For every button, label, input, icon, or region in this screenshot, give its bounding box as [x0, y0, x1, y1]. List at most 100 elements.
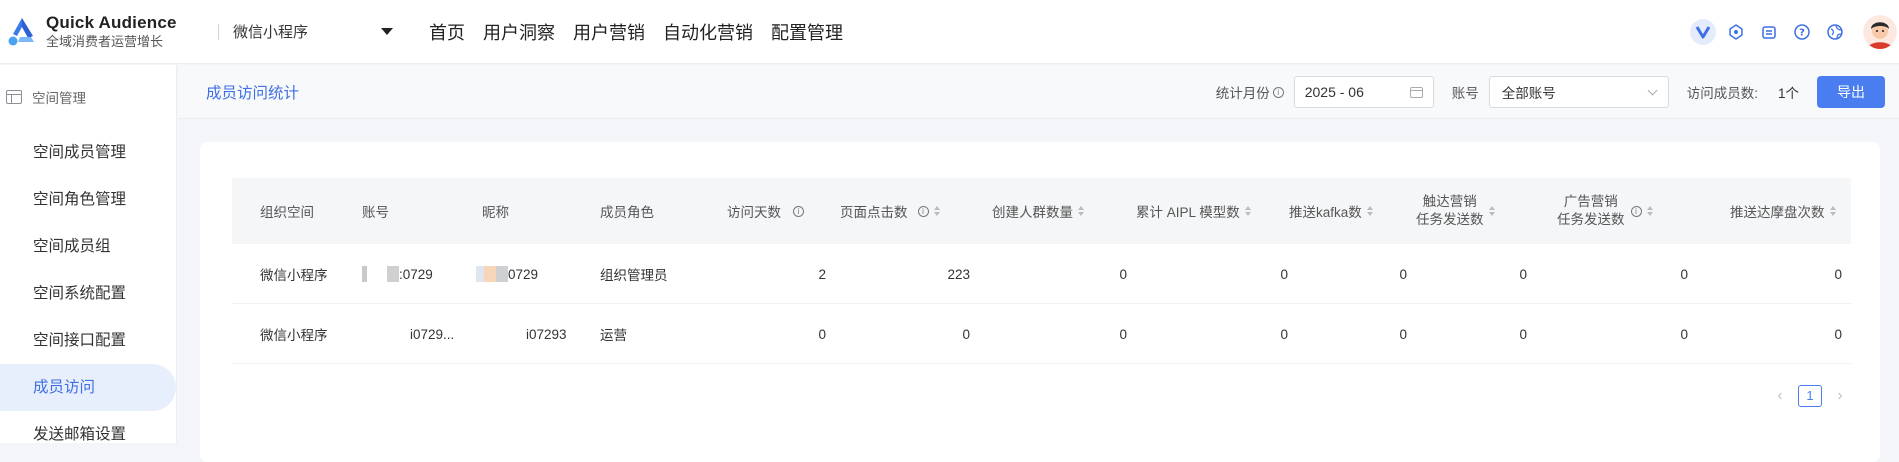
sidebar-item-mail-settings[interactable]: 发送邮箱设置 — [0, 411, 176, 458]
sort-icon[interactable] — [1646, 206, 1653, 216]
cell-touch: 0 — [1519, 266, 1527, 282]
prev-page-icon[interactable]: ‹ — [1770, 387, 1790, 405]
table-row: 微信小程序 i0729... i07293 运营 0 0 0 0 0 0 0 0 — [232, 304, 1851, 364]
nav-user-insight[interactable]: 用户洞察 — [483, 19, 555, 45]
info-icon[interactable]: i — [1630, 205, 1642, 217]
col-role: 成员角色 — [600, 205, 654, 220]
month-label: 统计月份 i — [1216, 82, 1284, 102]
app-logo[interactable]: Quick Audience 全域消费者运营增长 — [6, 13, 210, 51]
sidebar-item-system-config[interactable]: 空间系统配置 — [0, 270, 176, 317]
info-icon[interactable]: i — [793, 205, 804, 217]
nav-home[interactable]: 首页 — [429, 19, 465, 45]
sort-icon[interactable] — [1366, 206, 1373, 216]
nav-user-marketing[interactable]: 用户营销 — [573, 19, 645, 45]
col-ad-tasks[interactable]: 广告营销 任务发送数 — [1557, 193, 1625, 229]
month-picker[interactable]: 2025 - 06 — [1293, 76, 1434, 108]
sort-icon[interactable] — [1488, 206, 1495, 216]
export-button[interactable]: 导出 — [1817, 76, 1885, 108]
calendar-icon — [1409, 86, 1423, 98]
content-card: 组织空间 账号 昵称 成员角色 访问天数 i 页面点击数 i 创建人群数量 累计 A… — [200, 142, 1880, 462]
cell-ad: 0 — [1680, 266, 1688, 282]
col-audience-count[interactable]: 创建人群数量 — [992, 201, 1073, 221]
sidebar-group-space-management[interactable]: 空间管理 — [0, 65, 176, 129]
col-touch-tasks[interactable]: 触达营销 任务发送数 — [1416, 193, 1484, 229]
col-nickname: 昵称 — [482, 205, 509, 220]
col-push-damopan[interactable]: 推送达摩盘次数 — [1730, 201, 1825, 221]
member-visit-table: 组织空间 账号 昵称 成员角色 访问天数 i 页面点击数 i 创建人群数量 累计 A… — [232, 178, 1851, 364]
redacted-mark — [387, 266, 399, 282]
sidebar-item-member-visits[interactable]: 成员访问 — [0, 364, 176, 411]
page-number-current[interactable]: 1 — [1798, 385, 1822, 407]
document-icon[interactable] — [1756, 19, 1782, 45]
globe-icon[interactable] — [1822, 19, 1848, 45]
page-title: 成员访问统计 — [206, 84, 300, 102]
cell-page-clicks: 0 — [962, 326, 970, 342]
nav-auto-marketing[interactable]: 自动化营销 — [663, 19, 753, 45]
sidebar-item-member-group[interactable]: 空间成员组 — [0, 223, 176, 270]
account-value: 全部账号 — [1501, 86, 1556, 101]
redacted-mark — [476, 266, 484, 282]
cell-touch: 0 — [1519, 326, 1527, 342]
col-touch-line1: 触达营销 — [1422, 194, 1477, 209]
account-label: 账号 — [1451, 86, 1479, 101]
sort-icon[interactable] — [1829, 206, 1836, 216]
caret-down-icon — [381, 28, 393, 35]
app-subtitle: 全域消费者运营增长 — [46, 33, 164, 49]
cell-visit-days: 0 — [818, 326, 826, 342]
month-label-text: 统计月份 — [1215, 86, 1270, 101]
avatar[interactable] — [1863, 15, 1897, 49]
cell-visit-days: 2 — [818, 266, 826, 282]
cell-audience: 0 — [1119, 266, 1127, 282]
cell-aipl: 0 — [1280, 326, 1288, 342]
month-value: 2025 - 06 — [1304, 84, 1364, 100]
cell-org: 微信小程序 — [260, 268, 328, 283]
top-icons: ? — [1690, 0, 1899, 64]
cell-role: 组织管理员 — [600, 268, 668, 283]
col-aipl-models[interactable]: 累计 AIPL 模型数 — [1136, 201, 1240, 221]
sidebar-item-role-management[interactable]: 空间角色管理 — [0, 176, 176, 223]
workspace-selector[interactable]: 微信小程序 — [233, 21, 393, 42]
cell-nickname: i07293 — [526, 326, 567, 342]
page-header: 成员访问统计 统计月份 i 2025 - 06 账号 全部账号 访问成员数: 1… — [178, 65, 1899, 119]
sidebar: 空间管理 空间成员管理 空间角色管理 空间成员组 空间系统配置 空间接口配置 成… — [0, 65, 177, 443]
cell-account: :0729 — [399, 266, 433, 282]
sidebar-item-api-config[interactable]: 空间接口配置 — [0, 317, 176, 364]
cell-aipl: 0 — [1280, 266, 1288, 282]
cell-kafka: 0 — [1399, 266, 1407, 282]
col-account: 账号 — [362, 205, 389, 220]
col-visit-days[interactable]: 访问天数 — [727, 201, 781, 221]
app-title: Quick Audience — [46, 12, 177, 32]
sparkle-icon[interactable] — [1723, 19, 1749, 45]
col-org: 组织空间 — [260, 205, 314, 220]
top-bar: Quick Audience 全域消费者运营增长 微信小程序 首页 用户洞察 用… — [0, 0, 1899, 64]
account-select[interactable]: 全部账号 — [1488, 76, 1669, 108]
col-kafka-pushes[interactable]: 推送kafka数 — [1289, 201, 1362, 221]
redacted-mark — [484, 266, 496, 282]
col-ad-line2: 任务发送数 — [1557, 212, 1625, 227]
sidebar-item-member-management[interactable]: 空间成员管理 — [0, 129, 176, 176]
next-page-icon[interactable]: › — [1830, 387, 1850, 405]
sort-icon[interactable] — [1244, 206, 1251, 216]
divider — [218, 23, 219, 40]
sort-icon[interactable] — [1078, 206, 1084, 216]
pagination: ‹ 1 › — [1770, 385, 1850, 407]
cell-nickname: 0729 — [508, 266, 539, 282]
sort-icon[interactable] — [933, 206, 940, 216]
svg-text:?: ? — [1799, 28, 1805, 39]
col-ad-line1: 广告营销 — [1563, 194, 1618, 209]
info-icon[interactable]: i — [917, 205, 929, 217]
table-header: 组织空间 账号 昵称 成员角色 访问天数 i 页面点击数 i 创建人群数量 累计 A… — [232, 178, 1851, 244]
cell-kafka: 0 — [1399, 326, 1407, 342]
v-logo-icon[interactable] — [1690, 19, 1716, 45]
redacted-mark — [496, 266, 508, 282]
visit-count-label: 访问成员数: — [1686, 86, 1758, 101]
col-page-clicks[interactable]: 页面点击数 — [840, 201, 908, 221]
visit-count-value: 1个 — [1777, 86, 1799, 101]
nav-config[interactable]: 配置管理 — [771, 19, 843, 45]
cell-page-clicks: 223 — [947, 266, 970, 282]
cell-push-mp: 0 — [1834, 326, 1842, 342]
help-icon[interactable]: ? — [1789, 19, 1815, 45]
cell-role: 运营 — [600, 328, 627, 343]
filter-bar: 统计月份 i 2025 - 06 账号 全部账号 访问成员数: 1个 导出 — [1216, 65, 1885, 119]
info-icon[interactable]: i — [1272, 86, 1284, 98]
